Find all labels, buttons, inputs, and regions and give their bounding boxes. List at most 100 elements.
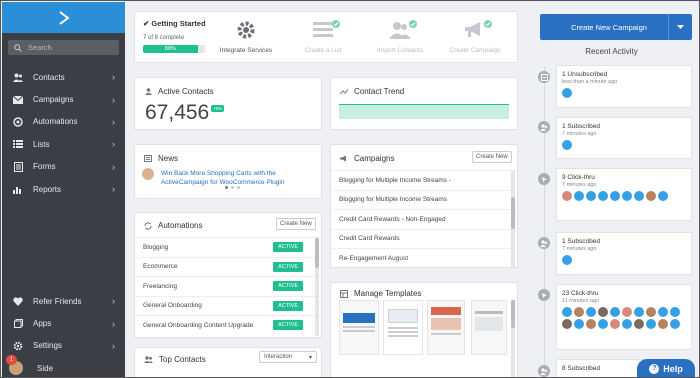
template-thumbnail[interactable] — [427, 300, 465, 355]
activity-text: 9 Click-thru — [562, 174, 595, 181]
carousel-dot[interactable] — [225, 186, 228, 189]
automation-name: Freelancing — [143, 282, 177, 290]
avatar[interactable] — [586, 191, 596, 201]
news-headline-link[interactable]: Win Back More Shopping Carts with the Ac… — [161, 169, 311, 187]
step-label: Import Contacts — [377, 47, 423, 54]
avatar[interactable] — [622, 191, 632, 201]
avatar[interactable] — [658, 307, 668, 317]
activity-item[interactable]: 1 Subscribed 7 minutes ago — [556, 232, 692, 275]
nav-item-automations[interactable]: Automations › — [2, 111, 125, 133]
avatar[interactable] — [562, 307, 572, 317]
activity-item[interactable]: 1 Unsubscribed less than a minute ago — [556, 65, 692, 108]
logo[interactable] — [2, 2, 125, 33]
nav-label: Automations — [33, 117, 78, 127]
avatar[interactable] — [610, 319, 620, 329]
top-contacts-filter-select[interactable]: Interaction ▾ — [259, 351, 317, 363]
avatar[interactable] — [574, 319, 584, 329]
activity-item[interactable]: 9 Click-thru 7 minutes ago — [556, 168, 692, 221]
nav-item-forms[interactable]: Forms › — [2, 156, 125, 178]
avatar[interactable] — [646, 307, 656, 317]
click-icon — [538, 173, 550, 185]
avatar[interactable] — [574, 191, 584, 201]
contact-trend-card[interactable]: Contact Trend — [330, 77, 518, 130]
avatar[interactable] — [562, 88, 572, 98]
step-create-list[interactable]: Create a List — [288, 20, 358, 54]
automation-row[interactable]: Freelancing ACTIVE — [135, 276, 321, 296]
avatar[interactable] — [646, 191, 656, 201]
campaign-row[interactable]: Blogging for Multiple Income Streams - — [331, 170, 517, 190]
right-column: Create New Campaign Recent Activity 1 Un… — [523, 2, 699, 377]
campaign-row[interactable]: Blogging for Multiple Income Streams — [331, 189, 517, 210]
avatar[interactable] — [586, 307, 596, 317]
templates-scrollbar[interactable] — [511, 300, 515, 377]
campaigns-scrollbar[interactable] — [511, 171, 515, 267]
avatar[interactable] — [586, 319, 596, 329]
nav-item-lists[interactable]: Lists › — [2, 133, 125, 155]
avatar[interactable] — [562, 191, 572, 201]
avatar[interactable] — [574, 307, 584, 317]
avatar[interactable] — [562, 140, 572, 150]
nav-item-refer-friends[interactable]: Refer Friends › — [2, 290, 125, 312]
nav-item-settings[interactable]: Settings › — [2, 335, 125, 357]
user-menu[interactable]: 1 Side — [2, 355, 125, 377]
campaign-row[interactable]: Credit Card Rewards - Non-Engaged — [331, 209, 517, 229]
avatar[interactable] — [646, 319, 656, 329]
scroll-thumb[interactable] — [315, 238, 319, 268]
avatar[interactable] — [670, 307, 680, 317]
news-card: News Win Back More Shopping Carts with t… — [134, 144, 322, 199]
avatar[interactable] — [622, 307, 632, 317]
avatar[interactable] — [634, 319, 644, 329]
carousel-dot[interactable] — [237, 186, 240, 189]
avatar[interactable] — [658, 191, 668, 201]
template-thumbnail[interactable] — [471, 300, 507, 355]
chevron-down-icon[interactable] — [668, 14, 692, 40]
automations-scrollbar[interactable] — [315, 238, 319, 336]
avatar[interactable] — [562, 319, 572, 329]
avatar[interactable] — [634, 191, 644, 201]
search-input[interactable]: Search — [8, 40, 119, 55]
avatar[interactable] — [598, 191, 608, 201]
chevron-right-icon: › — [112, 72, 115, 83]
template-thumbnail[interactable] — [383, 300, 423, 355]
automation-row[interactable]: Blogging ACTIVE — [135, 237, 321, 257]
help-button[interactable]: ? Help — [637, 359, 695, 377]
activity-item[interactable]: 23 Click-thru 11 minutes ago — [556, 284, 692, 350]
automation-row[interactable]: Ecommerce ACTIVE — [135, 256, 321, 277]
campaign-row[interactable]: Re-Engagement August — [331, 248, 517, 268]
avatar[interactable] — [622, 319, 632, 329]
avatar[interactable] — [562, 255, 572, 265]
nav-item-campaigns[interactable]: Campaigns › — [2, 88, 125, 110]
automation-row[interactable]: General Onboarding Content Upgrade ACTIVE — [135, 315, 321, 335]
avatar[interactable] — [634, 307, 644, 317]
avatar[interactable] — [598, 319, 608, 329]
scroll-thumb[interactable] — [511, 197, 515, 229]
activity-item[interactable]: 1 Subscribed 7 minutes ago — [556, 117, 692, 159]
avatar[interactable] — [598, 307, 608, 317]
getting-started-title: ✔ Getting Started — [143, 19, 206, 28]
campaign-name: Re-Engagement August — [339, 254, 409, 262]
nav-item-apps[interactable]: Apps › — [2, 312, 125, 334]
create-campaign-button[interactable]: Create New — [472, 151, 512, 163]
automation-row[interactable]: General Onboarding ACTIVE — [135, 295, 321, 316]
campaign-row[interactable]: Credit Card Rewards — [331, 228, 517, 249]
nav-item-contacts[interactable]: Contacts › — [2, 66, 125, 88]
avatar[interactable] — [670, 319, 680, 329]
status-badge: ACTIVE — [273, 261, 303, 272]
activity-time: 11 minutes ago — [562, 298, 600, 304]
avatar[interactable] — [610, 191, 620, 201]
create-automation-button[interactable]: Create New — [276, 218, 316, 230]
sidebar-bottom: Refer Friends › Apps › Settings › 1 Side — [2, 290, 125, 377]
active-contacts-card[interactable]: Active Contacts 67,456 +6% — [134, 77, 322, 130]
status-badge: ACTIVE — [273, 300, 303, 311]
step-integrate-services[interactable]: Integrate Services — [211, 20, 281, 54]
step-create-campaign[interactable]: Create Campaign — [440, 20, 510, 54]
carousel-dot[interactable] — [231, 186, 234, 189]
nav-item-reports[interactable]: Reports › — [2, 178, 125, 200]
avatar[interactable] — [610, 307, 620, 317]
step-import-contacts[interactable]: Import Contacts — [365, 20, 435, 54]
gear-icon — [12, 341, 24, 351]
template-thumbnail[interactable] — [339, 300, 379, 355]
create-new-campaign-button[interactable]: Create New Campaign — [540, 14, 692, 40]
scroll-thumb[interactable] — [511, 300, 515, 328]
avatar[interactable] — [658, 319, 668, 329]
